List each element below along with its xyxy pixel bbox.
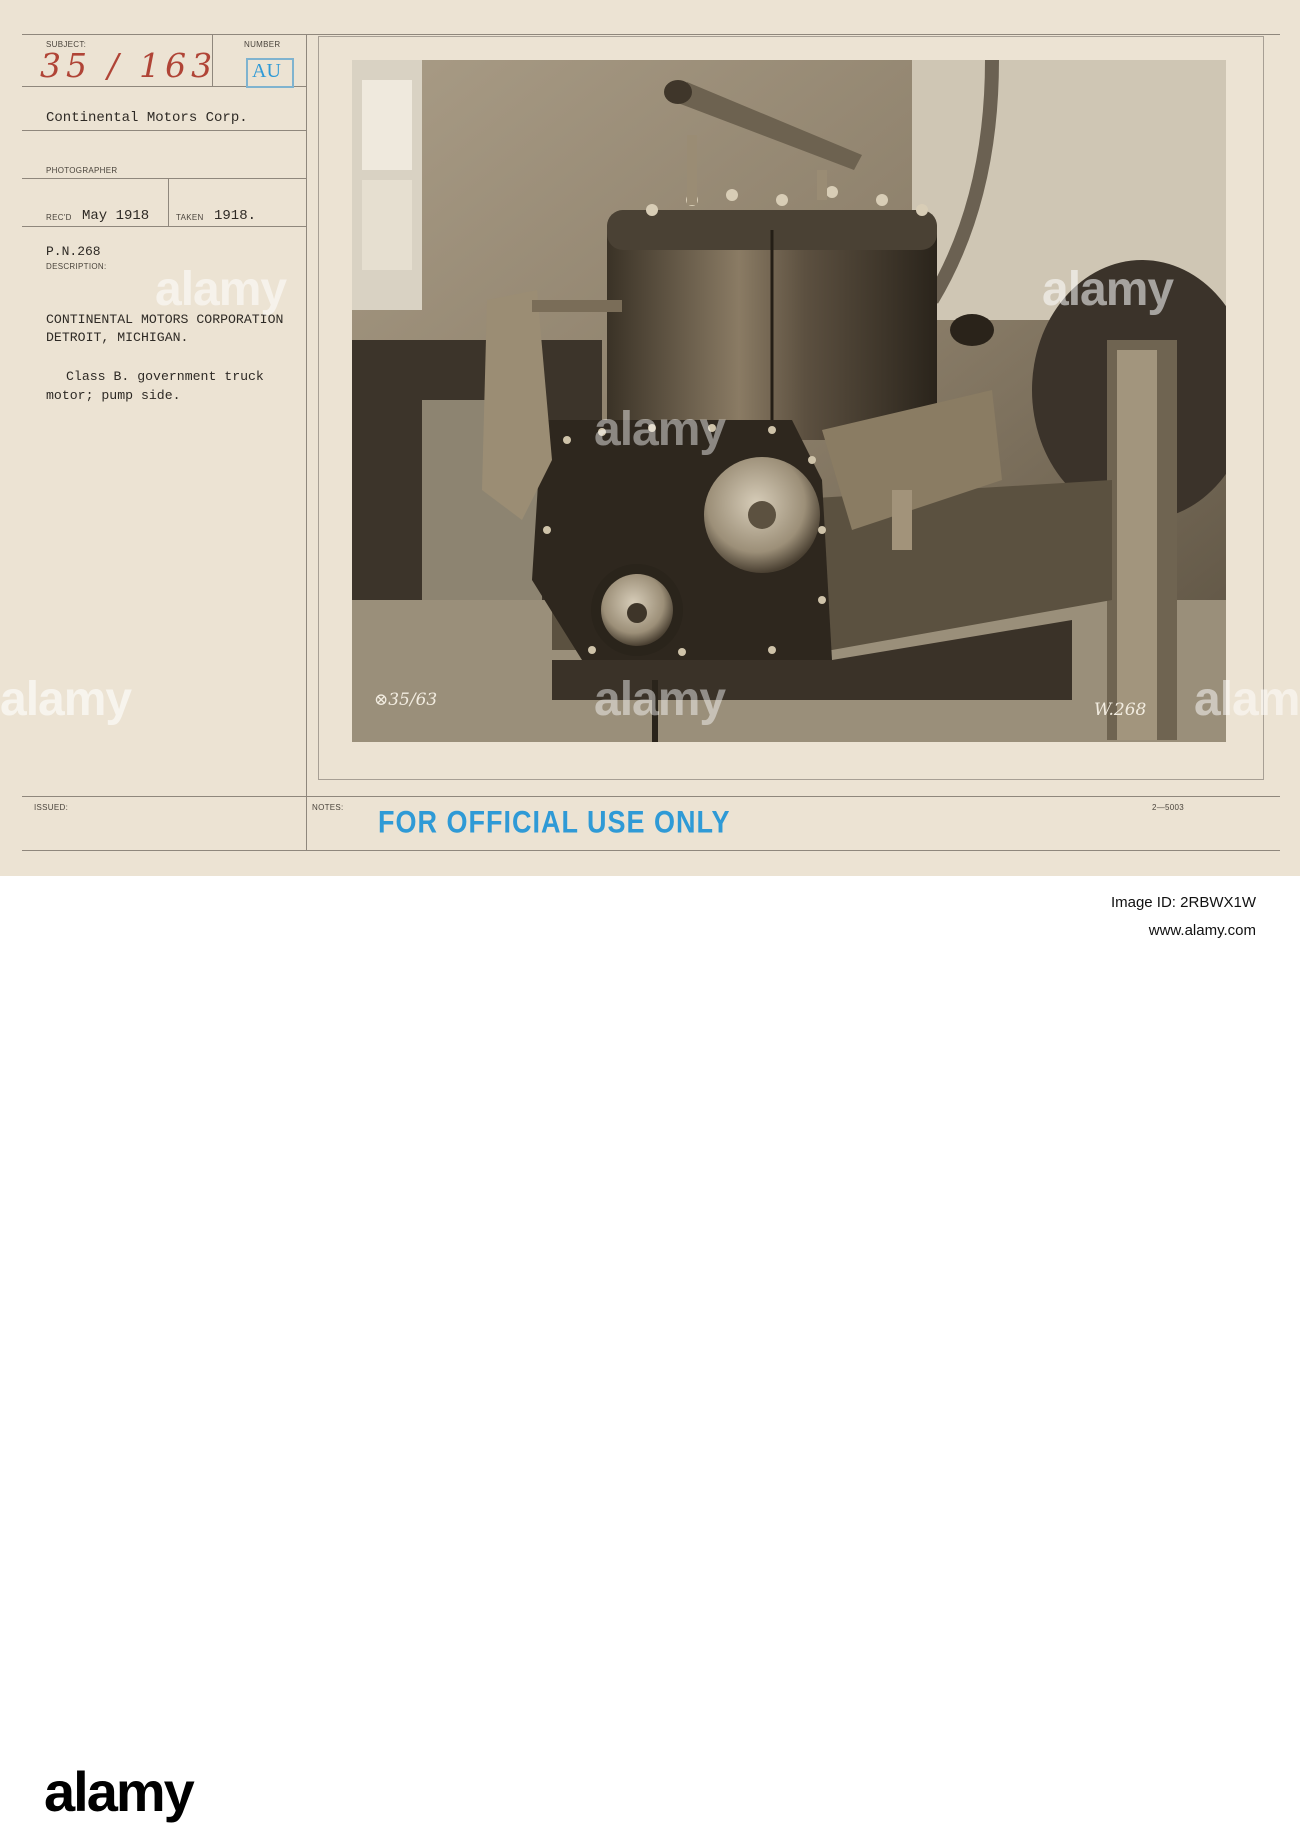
engine-photograph: ⊗35/63 W.268 bbox=[352, 60, 1226, 742]
watermark-center: alamy bbox=[594, 403, 726, 456]
rule-below-dates bbox=[22, 226, 306, 227]
stock-footer: alamy Image ID: 2RBWX1W www.alamy.com bbox=[0, 876, 1300, 1823]
column-divider bbox=[306, 34, 307, 850]
top-rule bbox=[22, 34, 1280, 35]
divider-recd-taken bbox=[168, 178, 169, 226]
taken-date: 1918. bbox=[214, 208, 257, 224]
taken-label: TAKEN bbox=[176, 213, 204, 222]
image-id: Image ID: 2RBWX1W bbox=[1110, 894, 1256, 911]
description-label: DESCRIPTION: bbox=[46, 262, 107, 271]
watermark-lower-left: alamy bbox=[0, 673, 132, 726]
photographer-label: PHOTOGRAPHER bbox=[46, 166, 118, 175]
watermark-lower-right: alamy bbox=[1194, 673, 1300, 726]
negative-number-right: W.268 bbox=[1094, 700, 1147, 720]
recd-label: REC'D bbox=[46, 213, 72, 222]
negative-number-left: ⊗35/63 bbox=[374, 690, 438, 710]
description-line-4: motor; pump side. bbox=[46, 388, 181, 403]
form-code: 2—5003 bbox=[1152, 803, 1185, 812]
pn-number: P.N.268 bbox=[46, 244, 101, 259]
issued-label: ISSUED: bbox=[34, 803, 69, 812]
notes-label: NOTES: bbox=[312, 803, 344, 812]
number-stamp: AU bbox=[252, 60, 281, 82]
watermark-lower-center: alamy bbox=[594, 673, 726, 726]
bottom-rule bbox=[22, 850, 1280, 851]
recd-date: May 1918 bbox=[82, 208, 150, 224]
watermark-upper-right: alamy bbox=[1042, 263, 1174, 316]
company-name: Continental Motors Corp. bbox=[46, 110, 248, 126]
number-label: NUMBER bbox=[244, 40, 281, 49]
watermark-top: alamy bbox=[155, 263, 287, 316]
alamy-url: www.alamy.com bbox=[1148, 922, 1256, 939]
rule-below-company bbox=[22, 130, 306, 131]
description-line-3: Class B. government truck bbox=[66, 369, 264, 384]
rule-below-photographer bbox=[22, 178, 306, 179]
engine-photo-illustration bbox=[352, 60, 1226, 742]
subject-number-handwritten: 35 / 163 bbox=[40, 46, 218, 85]
alamy-logo: alamy bbox=[44, 1760, 195, 1823]
rule-above-notes bbox=[22, 796, 1280, 797]
description-line-2: DETROIT, MICHIGAN. bbox=[46, 330, 189, 345]
official-use-stamp: FOR OFFICIAL USE ONLY bbox=[378, 805, 731, 840]
archival-index-card: SUBJECT: NUMBER PHOTOGRAPHER REC'D TAKEN… bbox=[0, 0, 1300, 876]
